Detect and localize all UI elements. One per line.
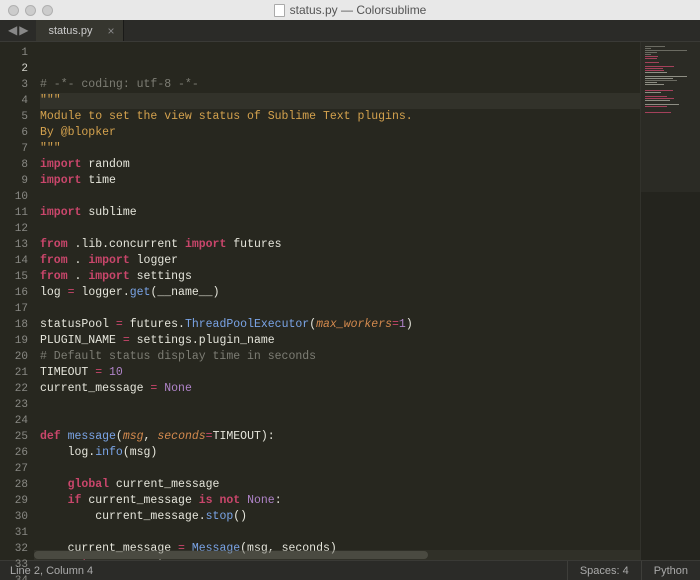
line-number[interactable]: 11 — [0, 205, 28, 221]
traffic-lights — [8, 5, 53, 16]
mac-titlebar: status.py — Colorsublime — [0, 0, 700, 20]
line-number[interactable]: 10 — [0, 189, 28, 205]
minimap-viewport[interactable] — [641, 42, 700, 192]
code-line[interactable]: By @blopker — [40, 125, 640, 141]
line-number[interactable]: 5 — [0, 109, 28, 125]
line-number[interactable]: 23 — [0, 397, 28, 413]
code-line[interactable]: import random — [40, 157, 640, 173]
line-number[interactable]: 6 — [0, 125, 28, 141]
line-number[interactable]: 22 — [0, 381, 28, 397]
code-line[interactable]: def message(msg, seconds=TIMEOUT): — [40, 429, 640, 445]
code-line[interactable]: """ — [40, 93, 640, 109]
line-number[interactable]: 19 — [0, 333, 28, 349]
window-title-text: status.py — Colorsublime — [290, 3, 427, 17]
line-number[interactable]: 8 — [0, 157, 28, 173]
line-number[interactable]: 24 — [0, 413, 28, 429]
code-line[interactable]: PLUGIN_NAME = settings.plugin_name — [40, 333, 640, 349]
tab-label: status.py — [48, 25, 92, 37]
line-number[interactable]: 4 — [0, 93, 28, 109]
line-number[interactable]: 17 — [0, 301, 28, 317]
line-number[interactable]: 18 — [0, 317, 28, 333]
horizontal-scroll-thumb[interactable] — [34, 551, 428, 559]
code-line[interactable] — [40, 301, 640, 317]
code-line[interactable]: TIMEOUT = 10 — [40, 365, 640, 381]
minimap[interactable] — [640, 42, 700, 560]
nav-forward-icon[interactable]: ▶ — [19, 23, 28, 38]
line-number[interactable]: 32 — [0, 541, 28, 557]
horizontal-scrollbar[interactable] — [34, 550, 640, 560]
line-number[interactable]: 28 — [0, 477, 28, 493]
code-line[interactable] — [40, 189, 640, 205]
line-number[interactable]: 2 — [0, 61, 28, 77]
code-line[interactable]: statusPool = futures.ThreadPoolExecutor(… — [40, 317, 640, 333]
line-number[interactable]: 21 — [0, 365, 28, 381]
code-line[interactable] — [40, 461, 640, 477]
line-number[interactable]: 31 — [0, 525, 28, 541]
line-number[interactable]: 29 — [0, 493, 28, 509]
line-number[interactable]: 1 — [0, 45, 28, 61]
code-line[interactable] — [40, 413, 640, 429]
line-number[interactable]: 20 — [0, 349, 28, 365]
status-bar: Line 2, Column 4 Spaces: 4 Python — [0, 560, 700, 580]
zoom-window-icon[interactable] — [42, 5, 53, 16]
tab-bar: ◀ ▶ status.py × — [0, 20, 700, 42]
line-number[interactable]: 12 — [0, 221, 28, 237]
code-line[interactable]: current_message.stop() — [40, 509, 640, 525]
code-line[interactable]: Module to set the view status of Sublime… — [40, 109, 640, 125]
close-window-icon[interactable] — [8, 5, 19, 16]
code-line[interactable]: # -*- coding: utf-8 -*- — [40, 77, 640, 93]
code-line[interactable]: """ — [40, 141, 640, 157]
code-line[interactable]: log.info(msg) — [40, 445, 640, 461]
code-line[interactable] — [40, 525, 640, 541]
line-number[interactable]: 15 — [0, 269, 28, 285]
code-area[interactable]: # -*- coding: utf-8 -*-"""Module to set … — [34, 42, 640, 560]
code-line[interactable]: import sublime — [40, 205, 640, 221]
code-line[interactable]: if current_message is not None: — [40, 493, 640, 509]
line-number[interactable]: 3 — [0, 77, 28, 93]
document-icon — [274, 4, 285, 17]
code-line[interactable]: log = logger.get(__name__) — [40, 285, 640, 301]
code-line[interactable]: from . import logger — [40, 253, 640, 269]
line-number[interactable]: 7 — [0, 141, 28, 157]
editor: 1234567891011121314151617181920212223242… — [0, 42, 700, 560]
nav-back-icon[interactable]: ◀ — [8, 23, 17, 38]
status-position[interactable]: Line 2, Column 4 — [0, 565, 567, 577]
code-line[interactable]: # Default status display time in seconds — [40, 349, 640, 365]
line-number[interactable]: 9 — [0, 173, 28, 189]
code-line[interactable]: import time — [40, 173, 640, 189]
line-number[interactable]: 14 — [0, 253, 28, 269]
line-number[interactable]: 30 — [0, 509, 28, 525]
code-line[interactable]: global current_message — [40, 477, 640, 493]
line-number[interactable]: 26 — [0, 445, 28, 461]
close-icon[interactable]: × — [107, 24, 114, 38]
code-line[interactable] — [40, 397, 640, 413]
window-title: status.py — Colorsublime — [0, 3, 700, 17]
code-line[interactable]: current_message = None — [40, 381, 640, 397]
code-line[interactable]: from .lib.concurrent import futures — [40, 237, 640, 253]
line-number[interactable]: 16 — [0, 285, 28, 301]
code-line[interactable]: from . import settings — [40, 269, 640, 285]
line-number-gutter[interactable]: 1234567891011121314151617181920212223242… — [0, 42, 34, 560]
tab-status-py[interactable]: status.py × — [36, 20, 123, 41]
status-language[interactable]: Python — [641, 561, 700, 580]
code-line[interactable] — [40, 221, 640, 237]
line-number[interactable]: 25 — [0, 429, 28, 445]
status-indent[interactable]: Spaces: 4 — [567, 561, 641, 580]
minimize-window-icon[interactable] — [25, 5, 36, 16]
line-number[interactable]: 13 — [0, 237, 28, 253]
line-number[interactable]: 27 — [0, 461, 28, 477]
